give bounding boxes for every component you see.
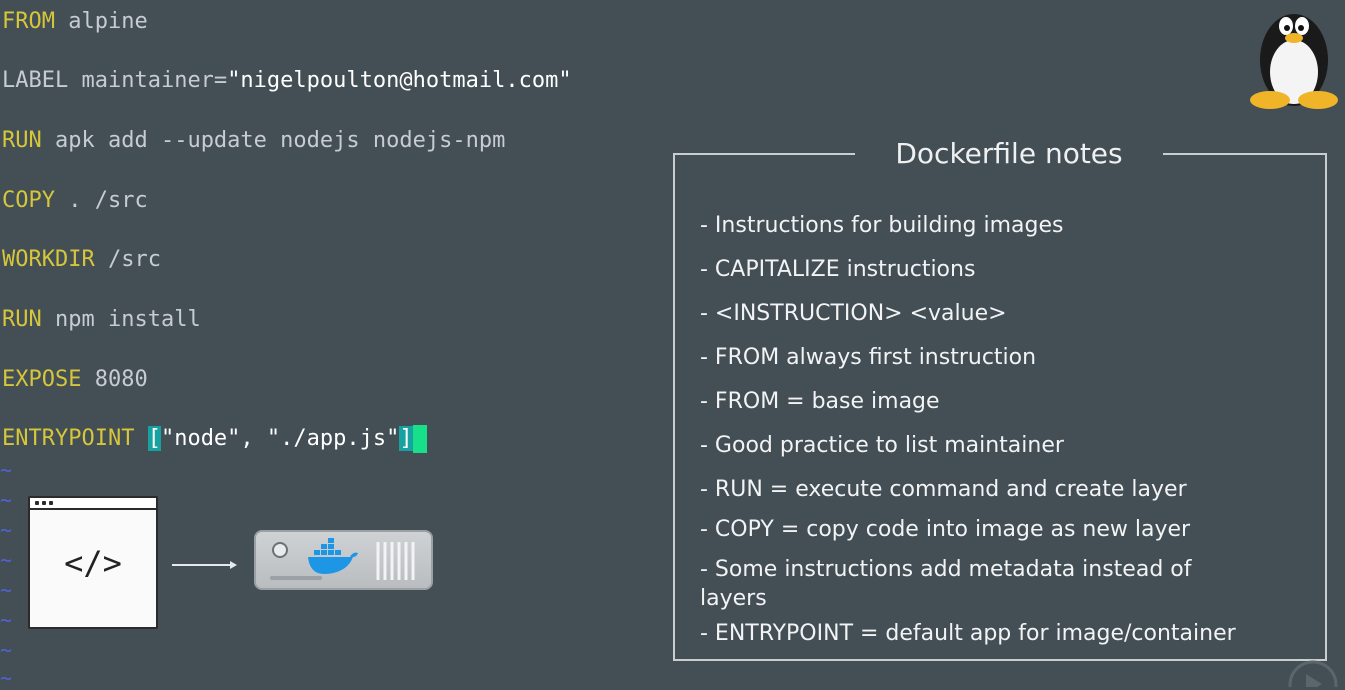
code-line-label[interactable]: LABEL maintainer="nigelpoulton@hotmail.c… — [2, 67, 572, 95]
keyword: FROM — [2, 9, 55, 34]
code-line-run-npm[interactable]: RUN npm install — [2, 306, 201, 334]
note-item: - ENTRYPOINT = default app for image/con… — [700, 621, 1236, 646]
code-line-copy[interactable]: COPY . /src — [2, 187, 148, 215]
code-value — [134, 426, 147, 451]
code-value: . /src — [54, 188, 148, 213]
window-dot — [49, 501, 53, 505]
code-value: maintainer= — [68, 68, 228, 93]
note-item: - CAPITALIZE instructions — [700, 257, 976, 282]
empty-line-tilde: ~ — [0, 666, 13, 690]
empty-line-tilde: ~ — [0, 518, 13, 542]
bracket-highlight: ] — [399, 426, 413, 451]
code-string: "nigelpoulton@hotmail.com" — [227, 68, 572, 93]
text-cursor — [412, 425, 427, 453]
code-value: apk add --update nodejs nodejs-npm — [41, 128, 506, 153]
note-item: - FROM = base image — [700, 389, 940, 414]
empty-line-tilde: ~ — [0, 638, 13, 662]
code-value: alpine — [54, 9, 148, 34]
code-value: npm install — [41, 307, 201, 332]
server-vents — [376, 542, 415, 580]
keyword: ENTRYPOINT — [2, 426, 135, 451]
docker-server-icon — [254, 530, 433, 590]
note-item: - Instructions for building images — [700, 213, 1064, 238]
watermark-logo-icon — [1288, 660, 1338, 687]
code-line-workdir[interactable]: WORKDIR /src — [2, 246, 161, 274]
window-dot — [42, 501, 46, 505]
empty-line-tilde: ~ — [0, 458, 13, 482]
note-item: - Some instructions add metadata instead… — [700, 557, 1192, 611]
keyword: LABEL — [2, 68, 69, 93]
empty-line-tilde: ~ — [0, 578, 13, 602]
bracket-highlight: [ — [147, 426, 161, 451]
code-line-run-apk[interactable]: RUN apk add --update nodejs nodejs-npm — [2, 127, 505, 155]
docker-whale-icon — [308, 538, 358, 574]
note-item: - <INSTRUCTION> <value> — [700, 301, 1007, 326]
code-symbol: </> — [64, 544, 122, 582]
empty-line-tilde: ~ — [0, 548, 13, 572]
keyword: COPY — [2, 188, 55, 213]
note-item: - COPY = copy code into image as new lay… — [700, 517, 1191, 542]
code-line-entrypoint[interactable]: ENTRYPOINT ["node", "./app.js"] — [2, 425, 427, 453]
keyword: WORKDIR — [2, 247, 95, 272]
empty-line-tilde: ~ — [0, 488, 13, 512]
code-window-icon: </> — [28, 496, 158, 629]
code-value: 8080 — [81, 367, 148, 392]
arrow-icon — [172, 561, 237, 569]
linux-penguin-icon — [1250, 14, 1338, 109]
window-titlebar — [30, 498, 156, 510]
code-line-expose[interactable]: EXPOSE 8080 — [2, 366, 148, 394]
code-value: /src — [94, 247, 161, 272]
code-line-from[interactable]: FROM alpine — [2, 8, 148, 36]
server-slot — [270, 576, 322, 580]
server-knob — [272, 542, 288, 558]
notes-title: Dockerfile notes — [855, 136, 1163, 172]
keyword: EXPOSE — [2, 367, 82, 392]
empty-line-tilde: ~ — [0, 608, 13, 632]
note-item: - RUN = execute command and create layer — [700, 477, 1187, 502]
window-dot — [35, 501, 39, 505]
note-item: - Good practice to list maintainer — [700, 433, 1064, 458]
keyword: RUN — [2, 128, 42, 153]
note-item: - FROM always first instruction — [700, 345, 1037, 370]
code-string: "node", "./app.js" — [160, 426, 400, 451]
keyword: RUN — [2, 307, 42, 332]
